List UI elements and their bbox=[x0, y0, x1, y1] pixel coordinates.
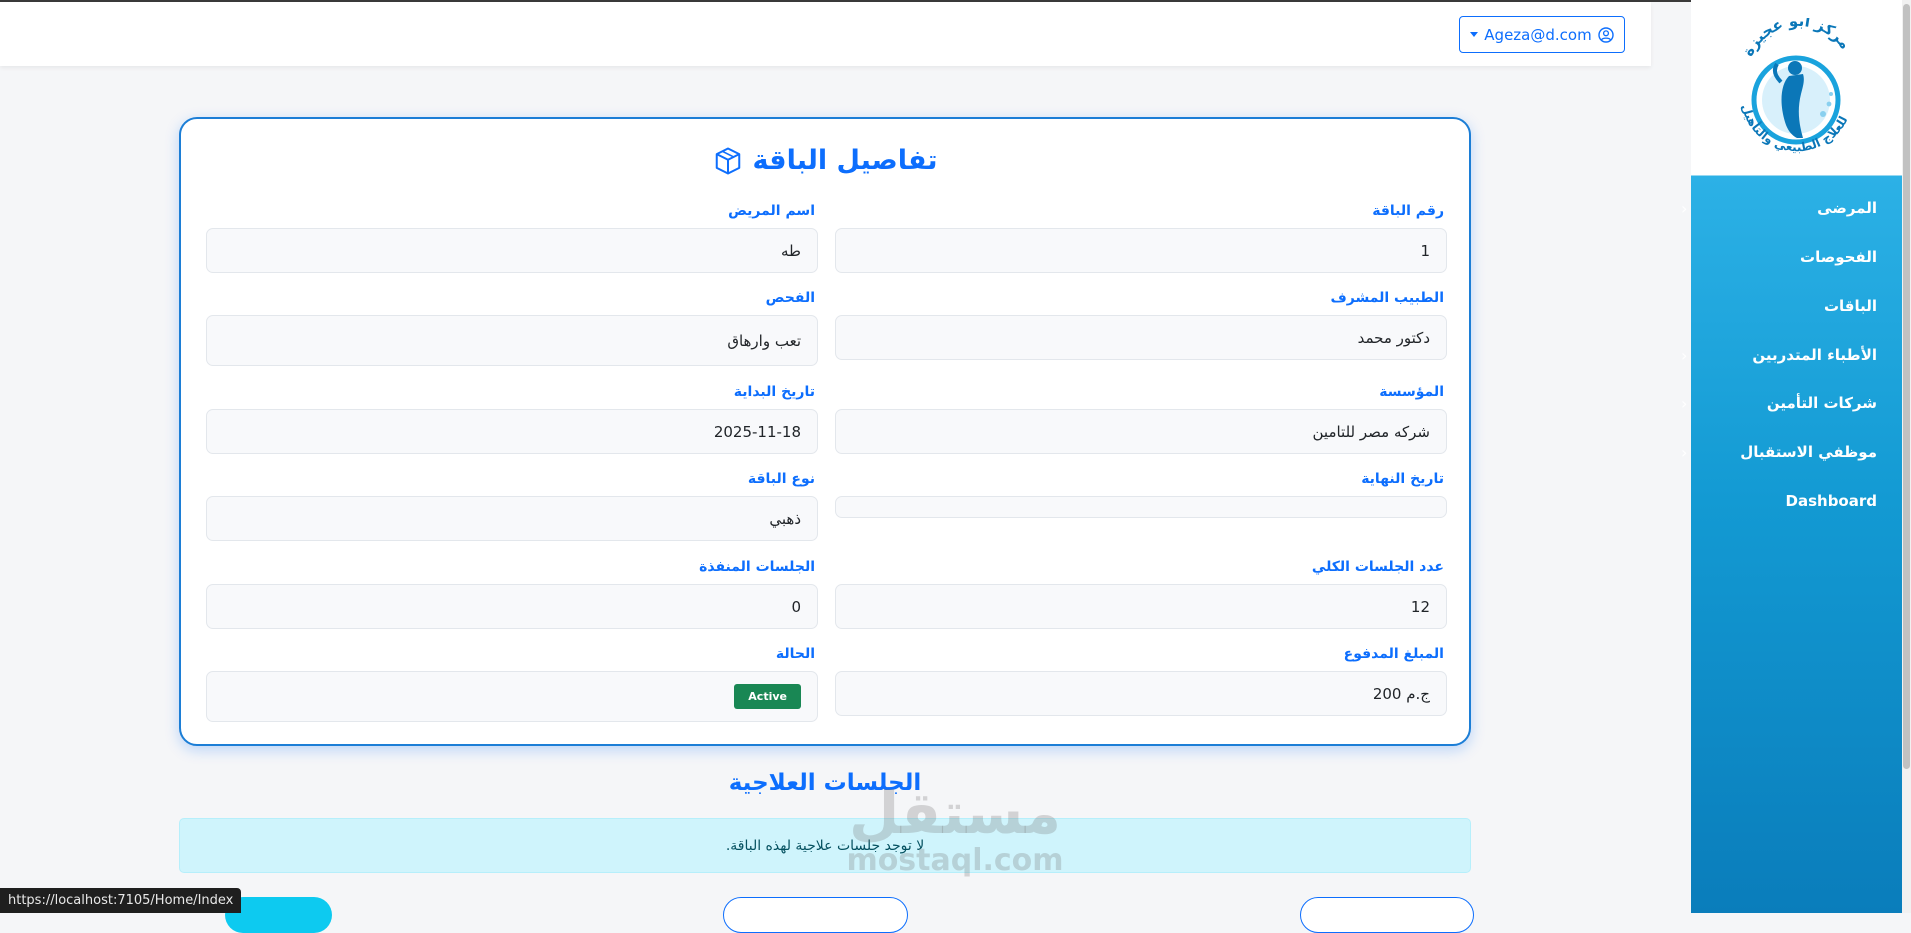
package-type-value: ذهبي bbox=[769, 509, 801, 528]
sidebar-item-label: موظفي الاستقبال bbox=[1740, 443, 1877, 461]
no-sessions-message: لا توجد جلسات علاجية لهذه الباقة. bbox=[725, 837, 925, 854]
action-button-right[interactable] bbox=[1300, 897, 1474, 933]
caret-down-icon bbox=[1470, 32, 1479, 37]
sidebar-item-label: Dashboard bbox=[1785, 492, 1877, 510]
sidebar: مركز أبو عجيزة للعلاج الطبيعي والتأهيل ا… bbox=[1681, 0, 1902, 913]
action-button-middle[interactable] bbox=[723, 897, 908, 933]
package-number-field: 1 bbox=[835, 228, 1447, 273]
total-sessions-field: 12 bbox=[835, 584, 1447, 629]
page-scrollbar-thumb[interactable] bbox=[1903, 4, 1910, 769]
status-bar-url: https://localhost:7105/Home/Index bbox=[0, 888, 242, 913]
start-date-field: 2025-11-18 bbox=[206, 409, 818, 454]
sidebar-item-dashboard[interactable]: Dashboard bbox=[1687, 486, 1877, 516]
start-date-label: تاريخ البداية bbox=[733, 384, 815, 400]
sessions-title: الجلسات العلاجية bbox=[728, 770, 922, 796]
status-label: الحالة bbox=[775, 646, 815, 662]
supervising-doctor-field: دكتور محمد bbox=[835, 315, 1447, 360]
sidebar-item-packages[interactable]: الباقات bbox=[1687, 291, 1877, 321]
patient-name-field: طه bbox=[206, 228, 818, 273]
end-date-field bbox=[835, 496, 1447, 518]
page-title: تفاصيل الباقة bbox=[181, 145, 1469, 176]
chevron-left-icon: ‹ bbox=[1681, 393, 1688, 413]
center-logo[interactable]: مركز أبو عجيزة للعلاج الطبيعي والتأهيل bbox=[1719, 11, 1874, 163]
amount-paid-value: ج.م 200 bbox=[1372, 684, 1430, 703]
user-dropdown-button[interactable]: Ageza@d.com bbox=[1459, 16, 1625, 53]
end-date-label: تاريخ النهاية bbox=[1361, 471, 1444, 487]
institution-label: المؤسسة bbox=[1379, 384, 1444, 400]
completed-sessions-label: الجلسات المنفذة bbox=[699, 559, 815, 575]
logo-icon: مركز أبو عجيزة للعلاج الطبيعي والتأهيل bbox=[1739, 11, 1855, 154]
package-type-label: نوع الباقة bbox=[747, 471, 815, 487]
status-badge: Active bbox=[734, 684, 801, 709]
amount-paid-field: ج.م 200 bbox=[835, 671, 1447, 716]
package-number-label: رقم الباقة bbox=[1372, 203, 1444, 219]
top-navbar: Ageza@d.com bbox=[0, 2, 1651, 66]
user-email: Ageza@d.com bbox=[1484, 25, 1592, 44]
patient-name-label: اسم المريض bbox=[728, 203, 815, 219]
page-title-text: تفاصيل الباقة bbox=[752, 145, 938, 176]
status-field: Active bbox=[206, 671, 818, 722]
sidebar-item-receptionists[interactable]: موظفي الاستقبال ‹ bbox=[1681, 437, 1877, 467]
sidebar-item-insurance-companies[interactable]: شركات التأمين ‹ bbox=[1681, 388, 1877, 418]
box-icon bbox=[715, 147, 740, 174]
institution-value: شركه مصر للتامين bbox=[1312, 422, 1431, 441]
package-type-field: ذهبي bbox=[206, 496, 818, 541]
completed-sessions-value: 0 bbox=[791, 597, 801, 616]
package-number-value: 1 bbox=[1420, 241, 1430, 260]
completed-sessions-field: 0 bbox=[206, 584, 818, 629]
sidebar-item-label: الباقات bbox=[1823, 297, 1877, 315]
supervising-doctor-label: الطبيب المشرف bbox=[1330, 290, 1444, 306]
sidebar-item-patients[interactable]: المرضى ‹ bbox=[1681, 193, 1877, 223]
supervising-doctor-value: دكتور محمد bbox=[1357, 328, 1430, 347]
sidebar-item-examinations[interactable]: الفحوصات bbox=[1687, 242, 1877, 272]
no-sessions-alert: لا توجد جلسات علاجية لهذه الباقة. bbox=[179, 818, 1471, 873]
total-sessions-value: 12 bbox=[1410, 597, 1430, 616]
user-circle-icon bbox=[1598, 26, 1614, 43]
sidebar-item-label: الفحوصات bbox=[1800, 248, 1877, 266]
svg-text:مركز أبو عجيزة: مركز أبو عجيزة bbox=[1739, 18, 1855, 59]
sidebar-item-label: الأطباء المتدربين bbox=[1752, 346, 1877, 364]
examination-field: تعب وارهاق bbox=[206, 315, 818, 366]
start-date-value: 2025-11-18 bbox=[713, 422, 801, 441]
chevron-left-icon: ‹ bbox=[1681, 442, 1688, 462]
package-details-card: تفاصيل الباقة رقم الباقة 1 اسم المريض طه… bbox=[179, 117, 1471, 746]
institution-field: شركه مصر للتامين bbox=[835, 409, 1447, 454]
examination-value: تعب وارهاق bbox=[727, 331, 801, 350]
action-button-left[interactable] bbox=[225, 897, 332, 933]
sidebar-item-label: المرضى bbox=[1817, 199, 1877, 217]
sidebar-item-label: شركات التأمين bbox=[1766, 394, 1877, 412]
total-sessions-label: عدد الجلسات الكلي bbox=[1311, 559, 1444, 575]
sidebar-item-trainee-doctors[interactable]: الأطباء المتدربين ‹ bbox=[1681, 340, 1877, 370]
patient-name-value: طه bbox=[781, 241, 801, 260]
chevron-left-icon: ‹ bbox=[1681, 198, 1688, 218]
chevron-left-icon: ‹ bbox=[1681, 345, 1688, 365]
amount-paid-label: المبلغ المدفوع bbox=[1343, 646, 1444, 662]
examination-label: الفحص bbox=[765, 290, 815, 306]
